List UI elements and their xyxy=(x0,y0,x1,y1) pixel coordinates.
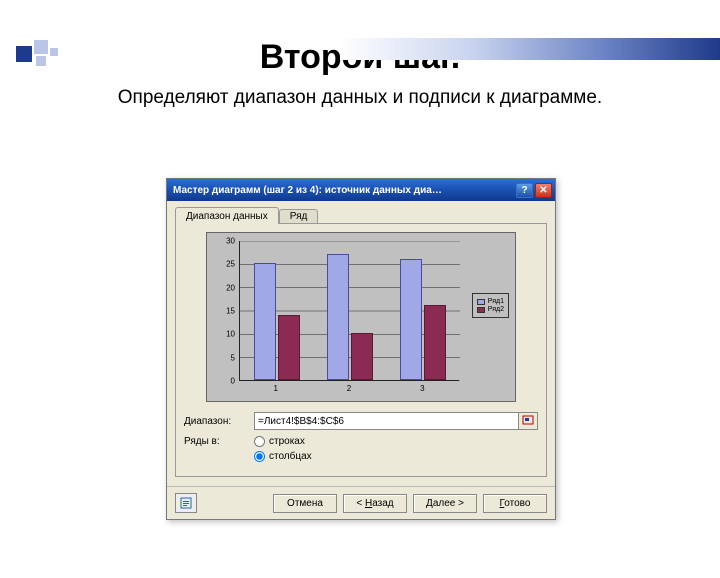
cancel-button[interactable]: Отмена xyxy=(273,494,337,513)
dialog-title: Мастер диаграмм (шаг 2 из 4): источник д… xyxy=(173,185,514,196)
y-tick-label: 20 xyxy=(226,283,235,292)
radio-rows[interactable]: строках xyxy=(254,436,312,447)
chart-wizard-dialog: Мастер диаграмм (шаг 2 из 4): источник д… xyxy=(166,178,556,520)
legend-item: Ряд1 xyxy=(477,298,504,305)
legend-label: Ряд1 xyxy=(488,298,504,305)
back-button[interactable]: < Назад xyxy=(343,494,407,513)
rows-in-label: Ряды в: xyxy=(184,436,254,447)
radio-rows-label: строках xyxy=(269,436,305,447)
help-button[interactable]: ? xyxy=(516,183,533,198)
next-button[interactable]: Далее > xyxy=(413,494,477,513)
y-tick-label: 10 xyxy=(226,330,235,339)
chart-bar xyxy=(327,254,349,380)
radio-cols[interactable]: столбцах xyxy=(254,451,312,462)
radio-cols-label: столбцах xyxy=(269,451,312,462)
dialog-titlebar[interactable]: Мастер диаграмм (шаг 2 из 4): источник д… xyxy=(167,179,555,201)
slide-decoration xyxy=(0,38,720,62)
range-label: Диапазон: xyxy=(184,416,254,427)
legend-label: Ряд2 xyxy=(488,306,504,313)
range-row: Диапазон: xyxy=(184,412,538,430)
chart-bar xyxy=(254,263,276,380)
legend-swatch xyxy=(477,299,485,305)
x-tick-label: 1 xyxy=(239,384,312,393)
x-tick-label: 3 xyxy=(386,384,459,393)
finish-button[interactable]: Готово xyxy=(483,494,547,513)
y-tick-label: 15 xyxy=(226,307,235,316)
dialog-tabs: Диапазон данных Ряд xyxy=(167,201,555,224)
x-tick-label: 2 xyxy=(312,384,385,393)
y-tick-label: 30 xyxy=(226,237,235,246)
range-input[interactable] xyxy=(254,412,518,430)
y-tick-label: 0 xyxy=(231,377,235,386)
chart-y-ticks: 0 5 10 15 20 25 30 xyxy=(209,237,237,385)
y-tick-label: 5 xyxy=(231,353,235,362)
slide-subtitle: Определяют диапазон данных и подписи к д… xyxy=(0,87,720,109)
chart-legend: Ряд1Ряд2 xyxy=(472,293,509,318)
chart-bar xyxy=(278,315,300,380)
tab-series[interactable]: Ряд xyxy=(279,209,319,224)
dialog-footer: Отмена < Назад Далее > Готово xyxy=(167,486,555,519)
y-tick-label: 25 xyxy=(226,260,235,269)
radio-cols-input[interactable] xyxy=(254,451,265,462)
chart-bar xyxy=(351,333,373,380)
chart-bar xyxy=(424,305,446,380)
rows-in-row: Ряды в: строках столбцах xyxy=(184,436,538,462)
chart-bar xyxy=(400,259,422,380)
chart-x-ticks: 123 xyxy=(239,384,459,393)
legend-item: Ряд2 xyxy=(477,306,504,313)
tab-panel-data-range: 0 5 10 15 20 25 30 123 Ряд1Ряд2 Диапазон: Ряды… xyxy=(175,223,547,477)
chart-plot-area xyxy=(239,241,459,381)
close-button[interactable]: ✕ xyxy=(535,183,552,198)
legend-swatch xyxy=(477,307,485,313)
range-selector-button[interactable] xyxy=(518,412,538,430)
chart-preview: 0 5 10 15 20 25 30 123 Ряд1Ряд2 xyxy=(206,232,516,402)
office-assistant-button[interactable] xyxy=(175,493,197,513)
tab-data-range[interactable]: Диапазон данных xyxy=(175,207,279,224)
radio-rows-input[interactable] xyxy=(254,436,265,447)
